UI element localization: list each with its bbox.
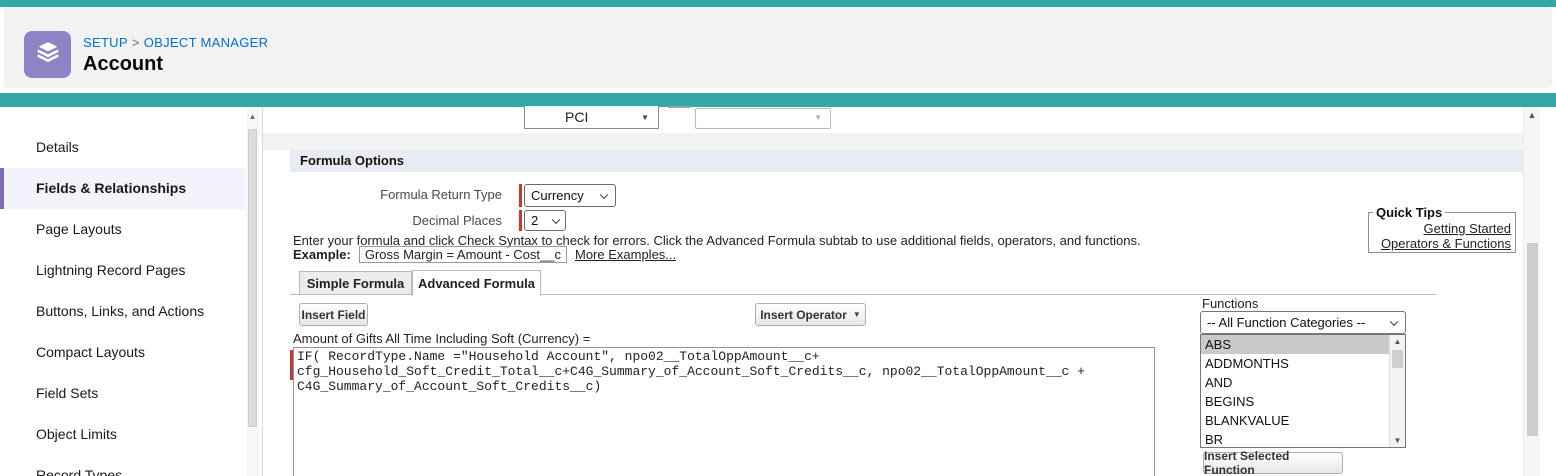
page-scrollbar[interactable]: ▲ — [1523, 107, 1540, 476]
function-option-addmonths[interactable]: ADDMONTHS — [1201, 354, 1390, 373]
decimal-places-label: Decimal Places — [412, 213, 502, 228]
dropdown-arrow-icon: ▼ — [641, 112, 649, 122]
dropdown-arrow-icon: ▼ — [852, 310, 861, 319]
breadcrumb: SETUP > OBJECT MANAGER — [83, 35, 268, 50]
example-row: Example: Gross Margin = Amount - Cost__c… — [293, 246, 676, 263]
formula-return-type-value: Currency — [531, 188, 584, 203]
page-header: SETUP > OBJECT MANAGER Account — [4, 7, 1552, 88]
sidebar-scrollbar[interactable]: ▲ — [246, 109, 259, 476]
field-type-select[interactable]: PCI ▼ — [524, 106, 659, 129]
function-listbox: ABS ADDMONTHS AND BEGINS BLANKVALUE BR ▲… — [1200, 334, 1406, 448]
formula-field-label: Amount of Gifts All Time Including Soft … — [293, 331, 591, 346]
formula-return-type-label: Formula Return Type — [380, 187, 502, 202]
insert-selected-function-button[interactable]: Insert Selected Function — [1203, 449, 1343, 476]
getting-started-link[interactable]: Getting Started — [1371, 221, 1513, 236]
formula-options-section-header: Formula Options — [290, 150, 1532, 172]
sidebar-item-compact-layouts[interactable]: Compact Layouts — [0, 332, 246, 373]
sidebar-item-field-sets[interactable]: Field Sets — [0, 373, 246, 414]
sidebar-item-object-limits[interactable]: Object Limits — [0, 414, 246, 455]
teal-divider-bar — [0, 93, 1556, 107]
sidebar-item-details[interactable]: Details — [0, 127, 246, 168]
function-option-and[interactable]: AND — [1201, 373, 1390, 392]
sidebar-item-buttons-links-actions[interactable]: Buttons, Links, and Actions — [0, 291, 246, 332]
function-category-value: -- All Function Categories -- — [1207, 315, 1366, 330]
quick-tips-title: Quick Tips — [1376, 205, 1443, 220]
breadcrumb-setup-link[interactable]: SETUP — [83, 35, 128, 50]
chevron-down-icon — [1389, 317, 1399, 326]
top-accent-bar — [0, 0, 1556, 7]
sidebar-item-fields-relationships[interactable]: Fields & Relationships — [0, 168, 246, 209]
function-option-abs[interactable]: ABS — [1201, 335, 1390, 354]
layers-icon — [34, 38, 62, 71]
formula-textarea[interactable]: IF( RecordType.Name ="Household Account"… — [293, 347, 1155, 476]
dropdown-arrow-icon: ▼ — [814, 113, 822, 122]
page-scrollbar-thumb[interactable] — [1527, 243, 1538, 436]
section-separator-band — [263, 133, 1523, 150]
tab-simple-formula[interactable]: Simple Formula — [299, 271, 412, 295]
function-list-scrollbar-thumb[interactable] — [1392, 350, 1403, 368]
function-list-scrollbar[interactable]: ▲ ▼ — [1389, 335, 1405, 447]
scroll-down-icon[interactable]: ▼ — [1390, 436, 1405, 445]
function-option-begins[interactable]: BEGINS — [1201, 392, 1390, 411]
example-formula: Gross Margin = Amount - Cost__c — [358, 246, 567, 263]
sidebar-item-lightning-record-pages[interactable]: Lightning Record Pages — [0, 250, 246, 291]
sidebar-nav: Details Fields & Relationships Page Layo… — [0, 127, 246, 476]
scroll-up-icon[interactable]: ▲ — [246, 112, 259, 121]
formula-return-type-select[interactable]: Currency — [524, 184, 616, 207]
insert-field-label: Insert Field — [301, 307, 366, 322]
function-option-blankvalue[interactable]: BLANKVALUE — [1201, 411, 1390, 430]
more-examples-link[interactable]: More Examples... — [575, 247, 676, 262]
page-title: Account — [83, 53, 163, 75]
insert-field-button[interactable]: Insert Field — [299, 303, 368, 326]
page: SETUP > OBJECT MANAGER Account Details Fie… — [0, 0, 1556, 476]
insert-operator-label: Insert Operator — [760, 307, 847, 322]
sidebar-scrollbar-thumb[interactable] — [248, 129, 257, 427]
field-type-value: PCI — [565, 109, 589, 125]
cutoff-element-edge — [668, 106, 690, 108]
required-bar — [519, 210, 522, 231]
object-icon — [24, 31, 71, 78]
sidebar-item-record-types[interactable]: Record Types — [0, 455, 246, 476]
required-bar — [519, 184, 522, 207]
decimal-places-value: 2 — [531, 213, 539, 228]
disabled-select[interactable]: ▼ — [695, 108, 831, 129]
object-manager-sidebar: Details Fields & Relationships Page Layo… — [0, 107, 263, 476]
decimal-places-select[interactable]: 2 — [524, 210, 566, 231]
quick-tips-box: Quick Tips Getting Started Operators & F… — [1368, 205, 1516, 253]
breadcrumb-separator: > — [131, 35, 140, 50]
example-label: Example: — [293, 247, 351, 262]
chevron-down-icon — [599, 190, 609, 199]
insert-operator-button[interactable]: Insert Operator ▼ — [755, 303, 866, 326]
tab-advanced-formula[interactable]: Advanced Formula — [412, 270, 541, 296]
sidebar-item-page-layouts[interactable]: Page Layouts — [0, 209, 246, 250]
chevron-down-icon — [551, 215, 561, 224]
breadcrumb-object-manager-link[interactable]: OBJECT MANAGER — [144, 35, 269, 50]
scroll-up-icon[interactable]: ▲ — [1390, 337, 1405, 346]
scroll-up-icon[interactable]: ▲ — [1524, 110, 1540, 120]
operators-functions-link[interactable]: Operators & Functions — [1371, 236, 1513, 251]
function-option-br[interactable]: BR — [1201, 430, 1390, 447]
insert-selected-function-label: Insert Selected Function — [1204, 449, 1290, 476]
function-category-select[interactable]: -- All Function Categories -- — [1200, 311, 1406, 334]
functions-label: Functions — [1202, 296, 1259, 311]
